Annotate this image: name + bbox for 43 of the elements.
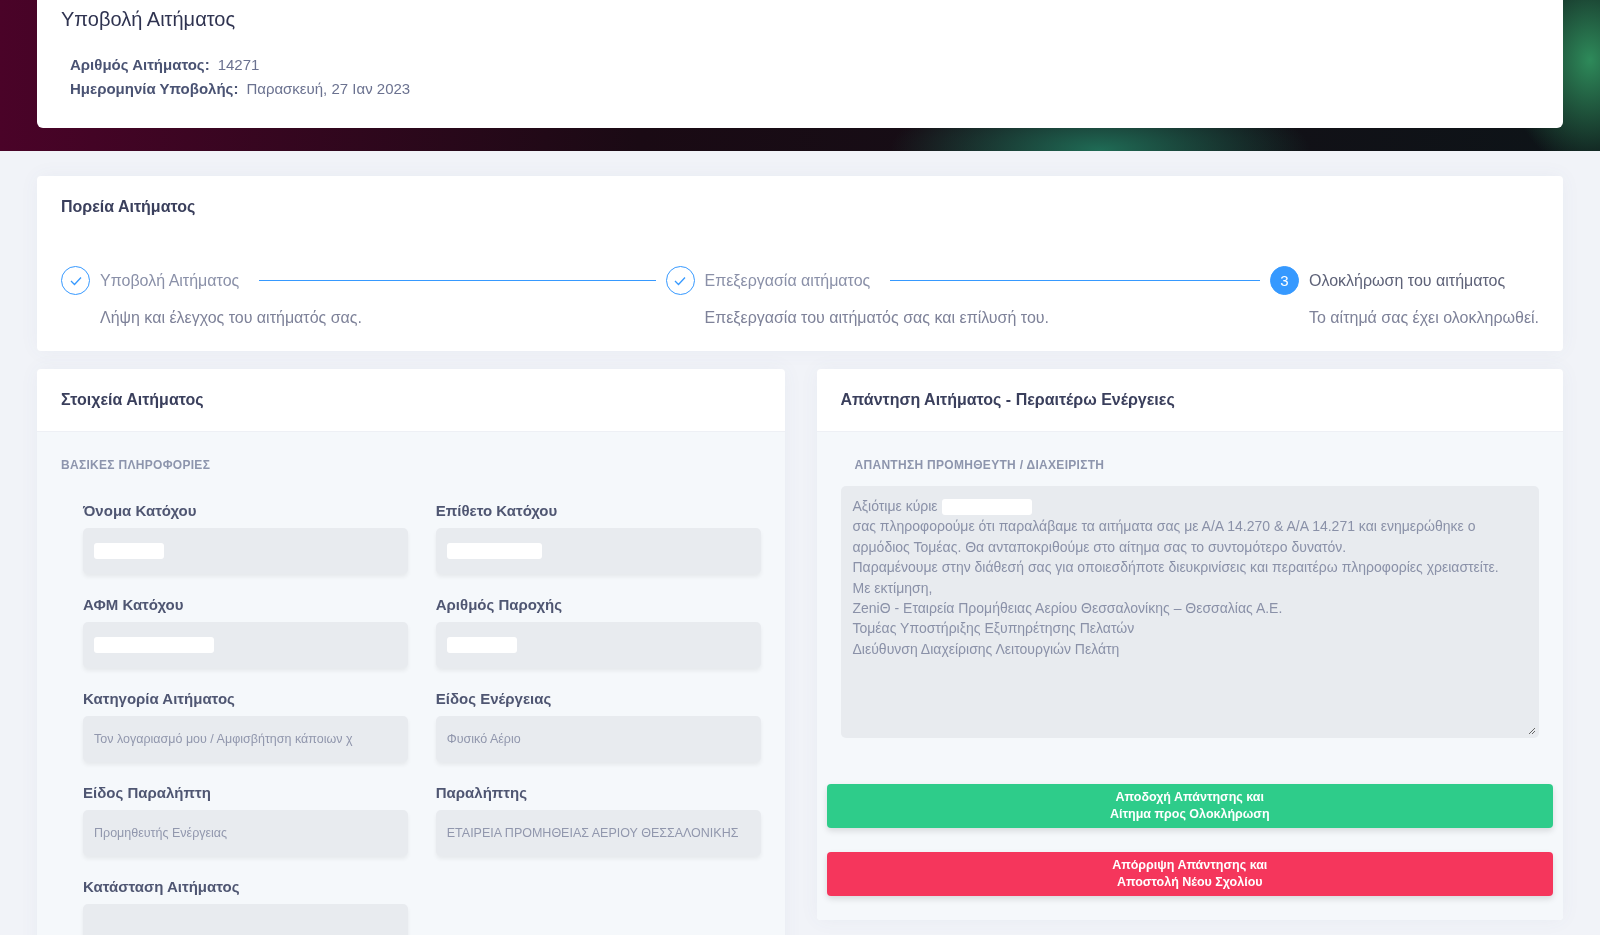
answer-line: ZeniΘ - Εταιρεία Προμήθειας Αερίου Θεσσαλονίκης – Θεσσαλίας Α.Ε.	[852, 599, 1284, 619]
input-field[interactable]: Προμηθευτής Ενέργειας	[83, 810, 408, 856]
step-label: Ολοκλήρωση του αιτήματος	[1309, 271, 1506, 290]
answer-box[interactable]	[840, 486, 1539, 738]
input-field[interactable]: Φυσικό Αέριο	[435, 716, 761, 762]
answer-line: Τομέας Υποστήριξης Εξυπηρέτησης Πελατών	[852, 619, 1136, 639]
answer-line: Με εκτίμηση,	[852, 578, 934, 598]
step-description: Επεξεργασία του αιτήματός σας και επίλυσή του.	[703, 309, 1050, 327]
reject-button[interactable]: Απόρριψη Απάντησης και Αποστολή Νέου Σχολίου	[826, 852, 1553, 896]
step-label: Υποβολή Αιτήματος	[100, 271, 240, 290]
step-description: Λήψη και έλεγχος του αιτήματός σας.	[99, 309, 363, 327]
field-label: Επίθετο Κατόχου	[435, 502, 559, 519]
input-field[interactable]: Τον λογαριασμό μου / Αμφισβήτηση κάποιων χ	[83, 716, 408, 762]
page-title: Υποβολή Αιτήματος	[61, 8, 237, 31]
field-label: Είδος Ενέργειας	[435, 690, 553, 707]
card-title: Πορεία Αιτήματος	[61, 198, 197, 216]
answer-line: Παραμένουμε στην διάθεσή σας για οποιεσδήποτε διευκρινίσεις και περαιτέρω πληροφορίες χρειαστείτε.	[852, 558, 1500, 578]
resize-handle-icon[interactable]	[1528, 727, 1536, 735]
field-label: Όνομα Κατόχου	[83, 502, 198, 519]
fact-value: Παρασκευή, 27 Ιαν 2023	[246, 79, 411, 99]
card-title: Απάντηση Αιτήματος - Περαιτέρω Ενέργειες	[840, 391, 1176, 409]
field-label: Αριθμός Παροχής	[435, 596, 563, 613]
input-field[interactable]: ΕΤΑΙΡΕΙΑ ΠΡΟΜΗΘΕΙΑΣ ΑΕΡΙΟΥ ΘΕΣΣΑΛΟΝΙΚΗΣ	[435, 810, 761, 856]
step-number: 3	[1270, 266, 1299, 295]
field-label: ΑΦΜ Κατόχου	[83, 596, 185, 613]
field-label: Κατηγορία Αιτήματος	[83, 690, 236, 707]
accept-button[interactable]: Αποδοχή Απάντησης και Αίτημα προς Ολοκλήρωση	[826, 784, 1553, 828]
step-description: Το αίτημά σας έχει ολοκληρωθεί.	[1308, 309, 1539, 327]
fact-value: 14271	[217, 55, 260, 75]
answer-line: Διεύθυνση Διαχείρισης Λειτουργιών Πελάτη	[852, 639, 1121, 659]
fact-label: Αριθμός Αιτήματος:	[70, 55, 210, 75]
section-heading: ΒΑΣΙΚΕΣ ΠΛΗΡΟΦΟΡΙΕΣ	[61, 458, 212, 472]
field-label: Παραλήπτης	[435, 784, 528, 801]
check-icon	[674, 275, 686, 286]
check-icon	[69, 275, 82, 286]
section-heading: ΑΠΑΝΤΗΣΗ ΠΡΟΜΗΘΕΥΤΗ / ΔΙΑΧΕΙΡΙΣΤΗ	[853, 458, 1106, 472]
answer-line: σας πληροφορούμε ότι παραλάβαμε τα αιτήματα σας με Α/Α 14.270 & Α/Α 14.271 και ενημερώθηκε ο αρμόδιος Τομέας. Θα ανταποκριθούμε στο αίτημα σας το συντομότερο δυνατόν.	[852, 517, 1477, 557]
fact-label: Ημερομηνία Υποβολής:	[70, 79, 239, 99]
answer-line: Αξιότιμε κύριε	[852, 496, 1527, 517]
field-label: Κατάσταση Αιτήματος	[83, 878, 241, 895]
card-title: Στοιχεία Αιτήματος	[61, 391, 205, 409]
field-label: Είδος Παραλήπτη	[83, 784, 212, 801]
step-label: Επεξεργασία αιτήματος	[704, 271, 871, 290]
